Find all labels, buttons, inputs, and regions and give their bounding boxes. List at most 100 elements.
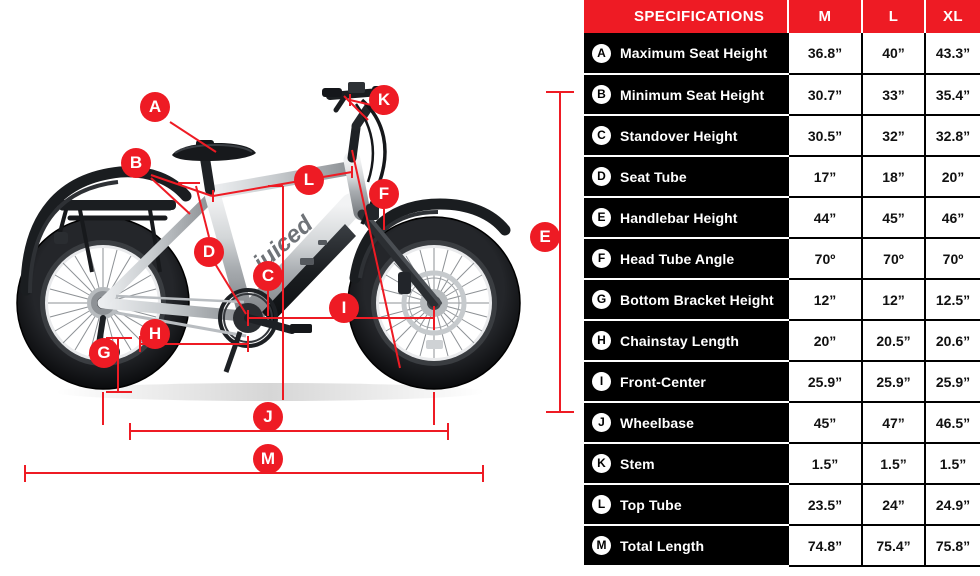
header-row: SPECIFICATIONS M L XL [584,0,980,33]
callout-b[interactable]: B [121,148,151,178]
callout-f[interactable]: F [369,179,399,209]
row-value-m: 30.5” [787,115,863,157]
row-value-m: 17” [787,156,863,198]
row-value-xl: 20” [925,156,980,198]
row-value-l: 40” [862,33,926,75]
row-name-cell: I Front-Center [584,361,788,403]
row-value-xl: 1.5” [925,443,980,485]
row-label: Total Length [620,537,705,554]
table-row: A Maximum Seat Height 36.8” 40” 43.3” [584,33,980,75]
row-name-cell: K Stem [584,443,788,485]
row-value-m: 20” [787,320,863,362]
row-value-l: 33” [862,74,926,116]
row-value-l: 75.4” [862,525,926,567]
table-row: I Front-Center 25.9” 25.9” 25.9” [584,361,980,403]
row-name-cell: L Top Tube [584,484,788,526]
row-name-cell: F Head Tube Angle [584,238,788,280]
row-label: Minimum Seat Height [620,86,765,103]
row-name-cell: H Chainstay Length [584,320,788,362]
row-label: Handlebar Height [620,209,738,226]
table-row: E Handlebar Height 44” 45” 46” [584,197,980,239]
table-body: A Maximum Seat Height 36.8” 40” 43.3” B Minimu… [584,33,980,567]
table-row: H Chainstay Length 20” 20.5” 20.6” [584,320,980,362]
row-value-l: 1.5” [862,443,926,485]
row-value-l: 24” [862,484,926,526]
row-name-cell: G Bottom Bracket Height [584,279,788,321]
row-value-m: 30.7” [787,74,863,116]
row-value-xl: 12.5” [925,279,980,321]
row-name-cell: E Handlebar Height [584,197,788,239]
callout-k[interactable]: K [369,85,399,115]
row-value-xl: 46.5” [925,402,980,444]
row-value-xl: 46” [925,197,980,239]
table-row: K Stem 1.5” 1.5” 1.5” [584,443,980,485]
row-value-l: 45” [862,197,926,239]
row-name-cell: C Standover Height [584,115,788,157]
row-badge-i: I [592,372,611,391]
callout-c[interactable]: C [253,261,283,291]
callout-h[interactable]: H [140,319,170,349]
row-value-xl: 75.8” [925,525,980,567]
row-badge-d: D [592,167,611,186]
row-value-xl: 70º [925,238,980,280]
row-value-l: 20.5” [862,320,926,362]
row-value-m: 1.5” [787,443,863,485]
row-label: Top Tube [620,496,682,513]
row-value-xl: 43.3” [925,33,980,75]
row-value-m: 12” [787,279,863,321]
row-badge-b: B [592,85,611,104]
table-row: G Bottom Bracket Height 12” 12” 12.5” [584,279,980,321]
row-badge-k: K [592,454,611,473]
callout-d[interactable]: D [194,237,224,267]
callout-g[interactable]: G [89,338,119,368]
row-badge-g: G [592,290,611,309]
row-badge-e: E [592,208,611,227]
row-label: Standover Height [620,127,738,144]
row-value-l: 18” [862,156,926,198]
row-value-m: 25.9” [787,361,863,403]
callout-i[interactable]: I [329,293,359,323]
row-value-xl: 25.9” [925,361,980,403]
row-badge-j: J [592,413,611,432]
row-label: Chainstay Length [620,332,740,349]
table-row: F Head Tube Angle 70º 70º 70º [584,238,980,280]
callout-e[interactable]: E [530,222,560,252]
table-header: SPECIFICATIONS M L XL [584,0,980,33]
row-value-m: 70º [787,238,863,280]
row-value-xl: 24.9” [925,484,980,526]
header-size-xl: XL [925,0,980,33]
callout-j[interactable]: J [253,402,283,432]
row-badge-c: C [592,126,611,145]
row-value-m: 44” [787,197,863,239]
row-name-cell: B Minimum Seat Height [584,74,788,116]
row-value-xl: 32.8” [925,115,980,157]
row-label: Bottom Bracket Height [620,291,774,308]
callout-l[interactable]: L [294,165,324,195]
row-value-xl: 35.4” [925,74,980,116]
table-row: M Total Length 74.8” 75.4” 75.8” [584,525,980,567]
table-row: C Standover Height 30.5” 32” 32.8” [584,115,980,157]
specifications-table: SPECIFICATIONS M L XL A Maximum Seat Heig… [584,0,980,567]
callout-m[interactable]: M [253,444,283,474]
spec-sheet-page: juiced A B C D E F G H I J K L M SPECIFI… [0,0,980,576]
row-value-l: 12” [862,279,926,321]
header-size-l: L [862,0,926,33]
row-value-m: 23.5” [787,484,863,526]
table-row: B Minimum Seat Height 30.7” 33” 35.4” [584,74,980,116]
row-value-l: 70º [862,238,926,280]
row-value-m: 74.8” [787,525,863,567]
row-value-m: 45” [787,402,863,444]
row-name-cell: D Seat Tube [584,156,788,198]
table-row: J Wheelbase 45” 47” 46.5” [584,402,980,444]
header-specifications: SPECIFICATIONS [584,0,789,33]
row-badge-h: H [592,331,611,350]
row-badge-a: A [592,43,611,63]
callout-a[interactable]: A [140,92,170,122]
row-name-cell: J Wheelbase [584,402,788,444]
table-row: D Seat Tube 17” 18” 20” [584,156,980,198]
header-size-m: M [788,0,863,33]
row-name-cell: M Total Length [584,525,788,567]
row-badge-m: M [592,536,611,555]
row-label: Seat Tube [620,168,687,185]
row-badge-f: F [592,249,611,268]
